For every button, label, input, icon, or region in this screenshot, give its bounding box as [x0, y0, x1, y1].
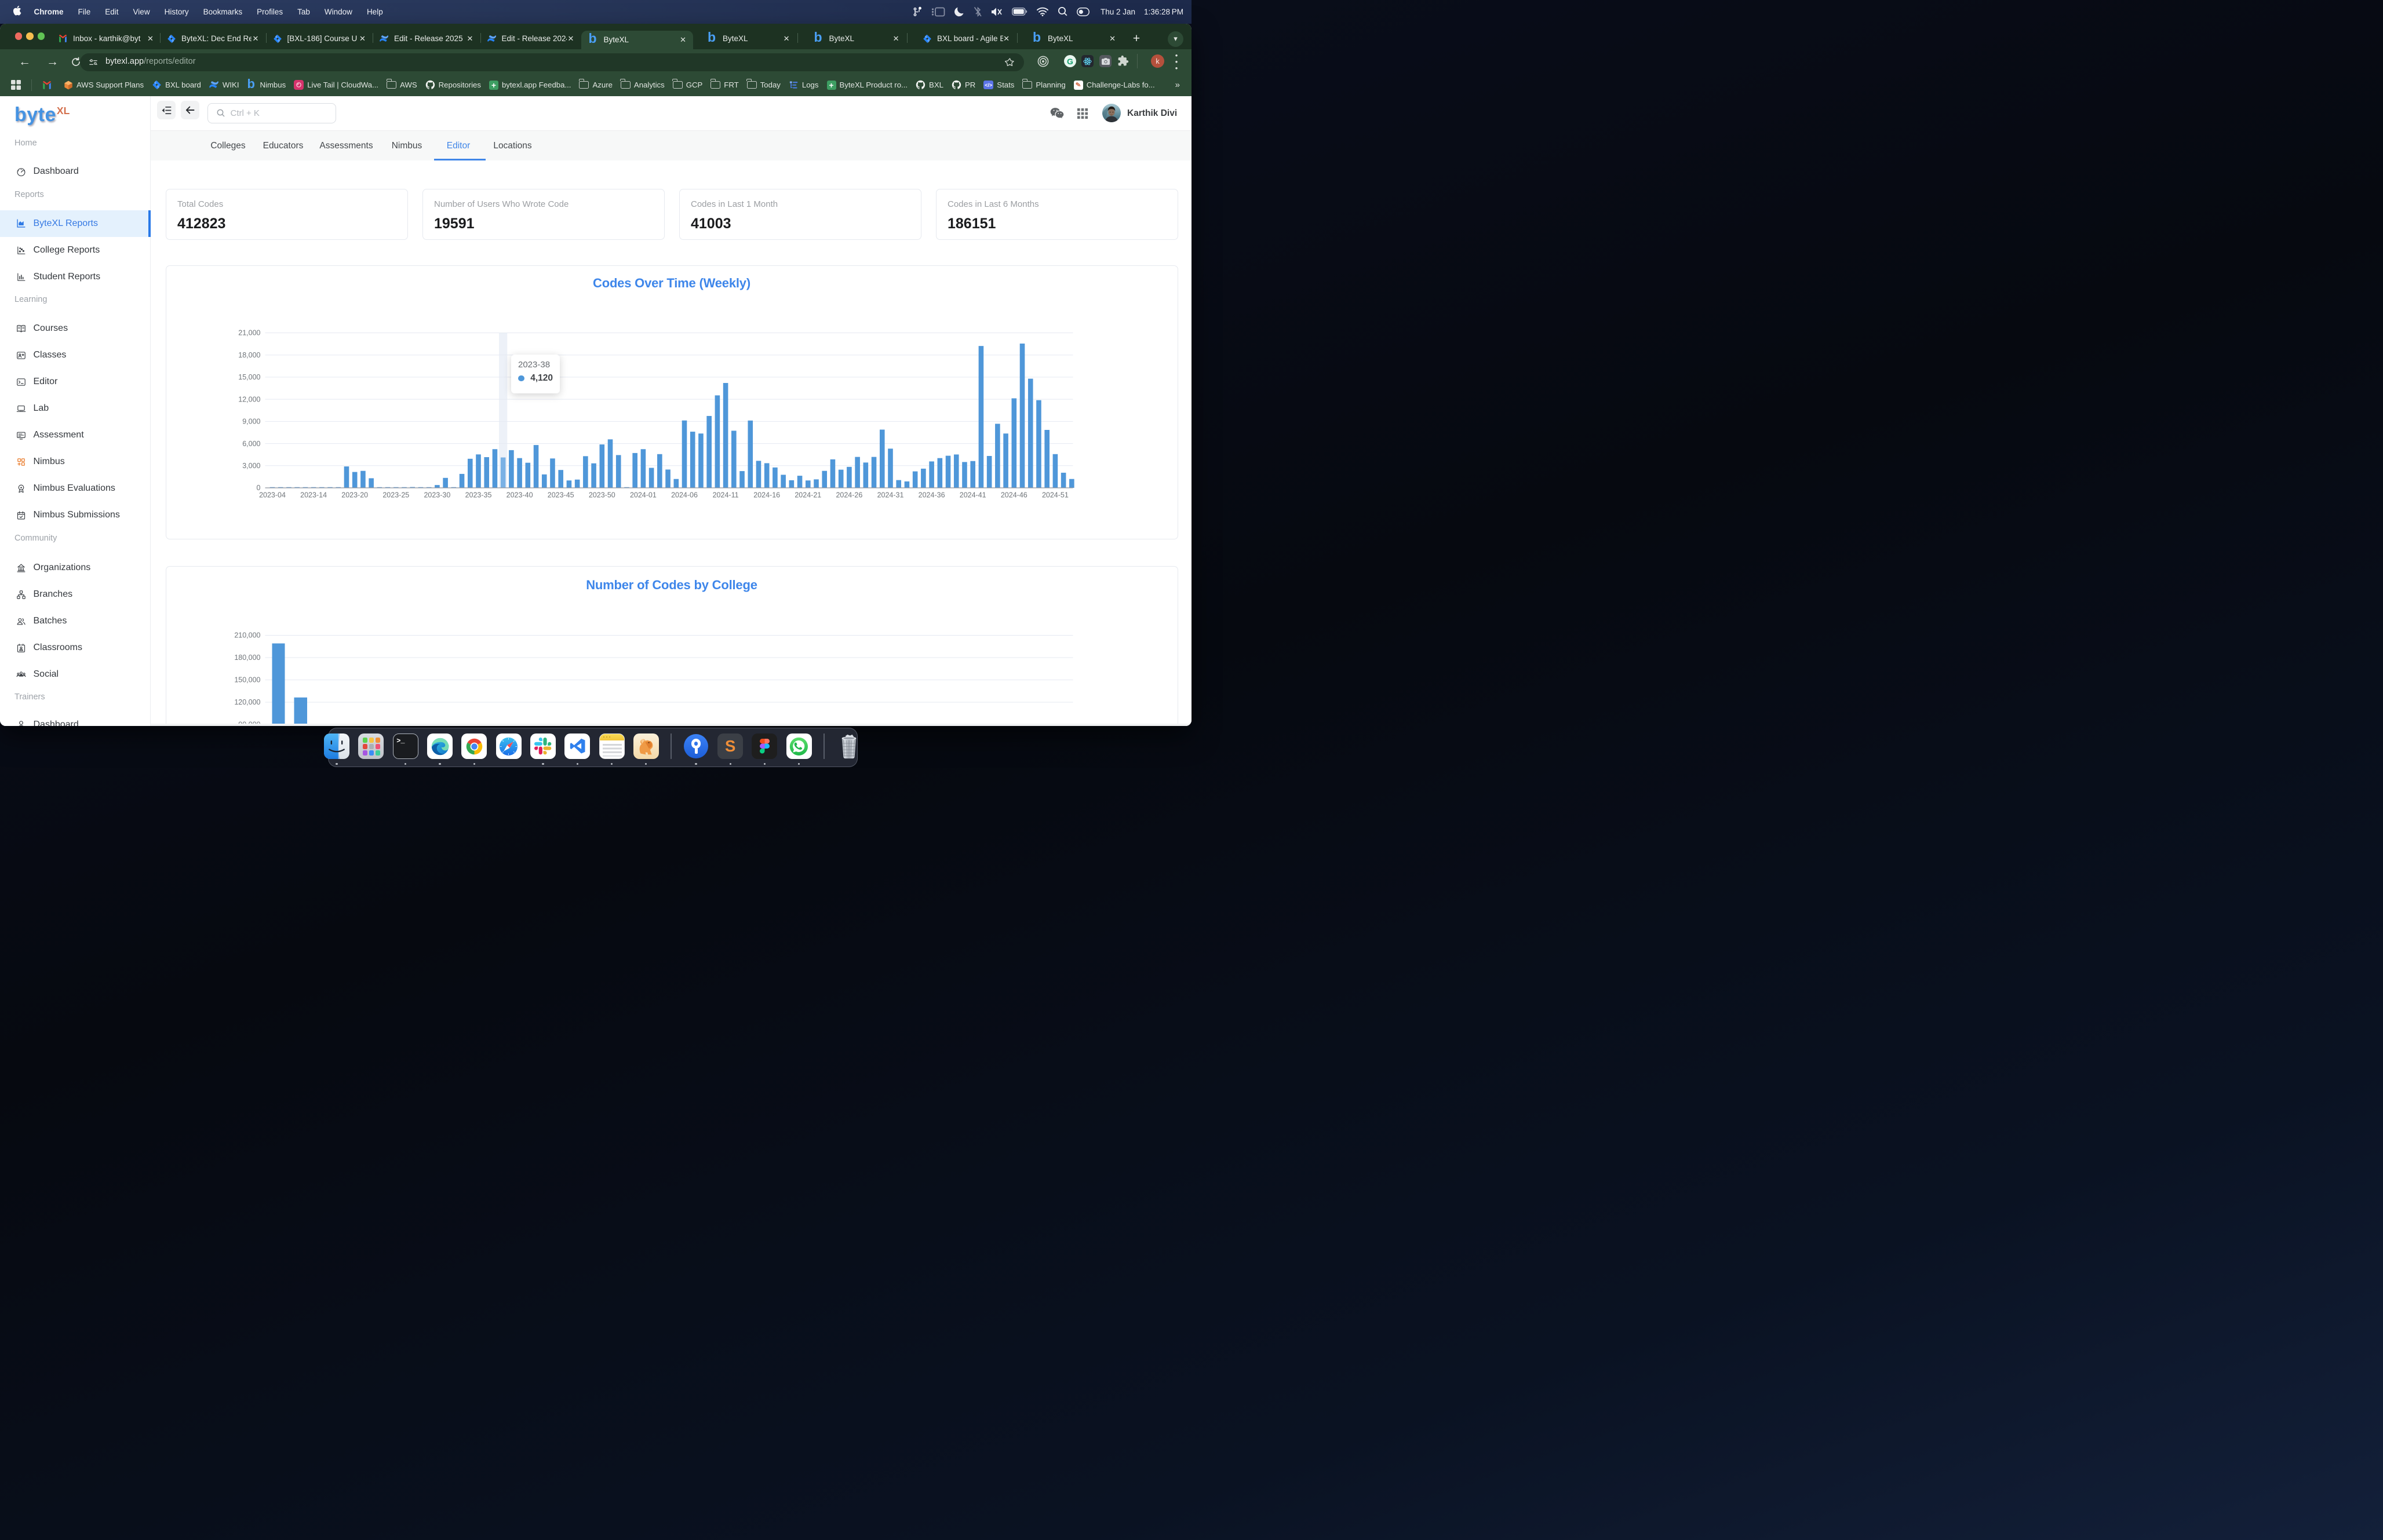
svg-text:21,000: 21,000: [238, 329, 260, 337]
svg-text:2024-11: 2024-11: [712, 491, 738, 499]
svg-text:2024-21: 2024-21: [795, 491, 821, 499]
svg-text:180,000: 180,000: [234, 654, 260, 662]
svg-text:9,000: 9,000: [242, 417, 260, 425]
svg-text:2023-40: 2023-40: [506, 491, 533, 499]
svg-text:120,000: 120,000: [234, 698, 260, 706]
svg-text:2024-36: 2024-36: [918, 491, 945, 499]
svg-text:2024-01: 2024-01: [629, 491, 656, 499]
svg-text:2024-06: 2024-06: [671, 491, 698, 499]
svg-text:2023-45: 2023-45: [547, 491, 574, 499]
svg-text:6,000: 6,000: [242, 439, 260, 447]
svg-text:2023-25: 2023-25: [382, 491, 409, 499]
svg-text:12,000: 12,000: [238, 395, 260, 403]
svg-text:3,000: 3,000: [242, 461, 260, 469]
svg-text:2023-50: 2023-50: [588, 491, 615, 499]
svg-text:15,000: 15,000: [238, 373, 260, 381]
svg-text:2023-35: 2023-35: [465, 491, 491, 499]
svg-text:2023-04: 2023-04: [259, 491, 286, 499]
svg-text:2023-30: 2023-30: [424, 491, 450, 499]
svg-text:210,000: 210,000: [234, 631, 260, 639]
svg-text:2024-26: 2024-26: [836, 491, 862, 499]
svg-text:2024-31: 2024-31: [877, 491, 903, 499]
svg-text:2024-46: 2024-46: [1000, 491, 1027, 499]
svg-text:2024-16: 2024-16: [753, 491, 780, 499]
svg-text:2023-14: 2023-14: [300, 491, 327, 499]
svg-text:2024-51: 2024-51: [1041, 491, 1068, 499]
svg-text:2024-41: 2024-41: [959, 491, 986, 499]
svg-text:150,000: 150,000: [234, 676, 260, 684]
svg-text:2023-20: 2023-20: [341, 491, 368, 499]
svg-text:18,000: 18,000: [238, 351, 260, 359]
